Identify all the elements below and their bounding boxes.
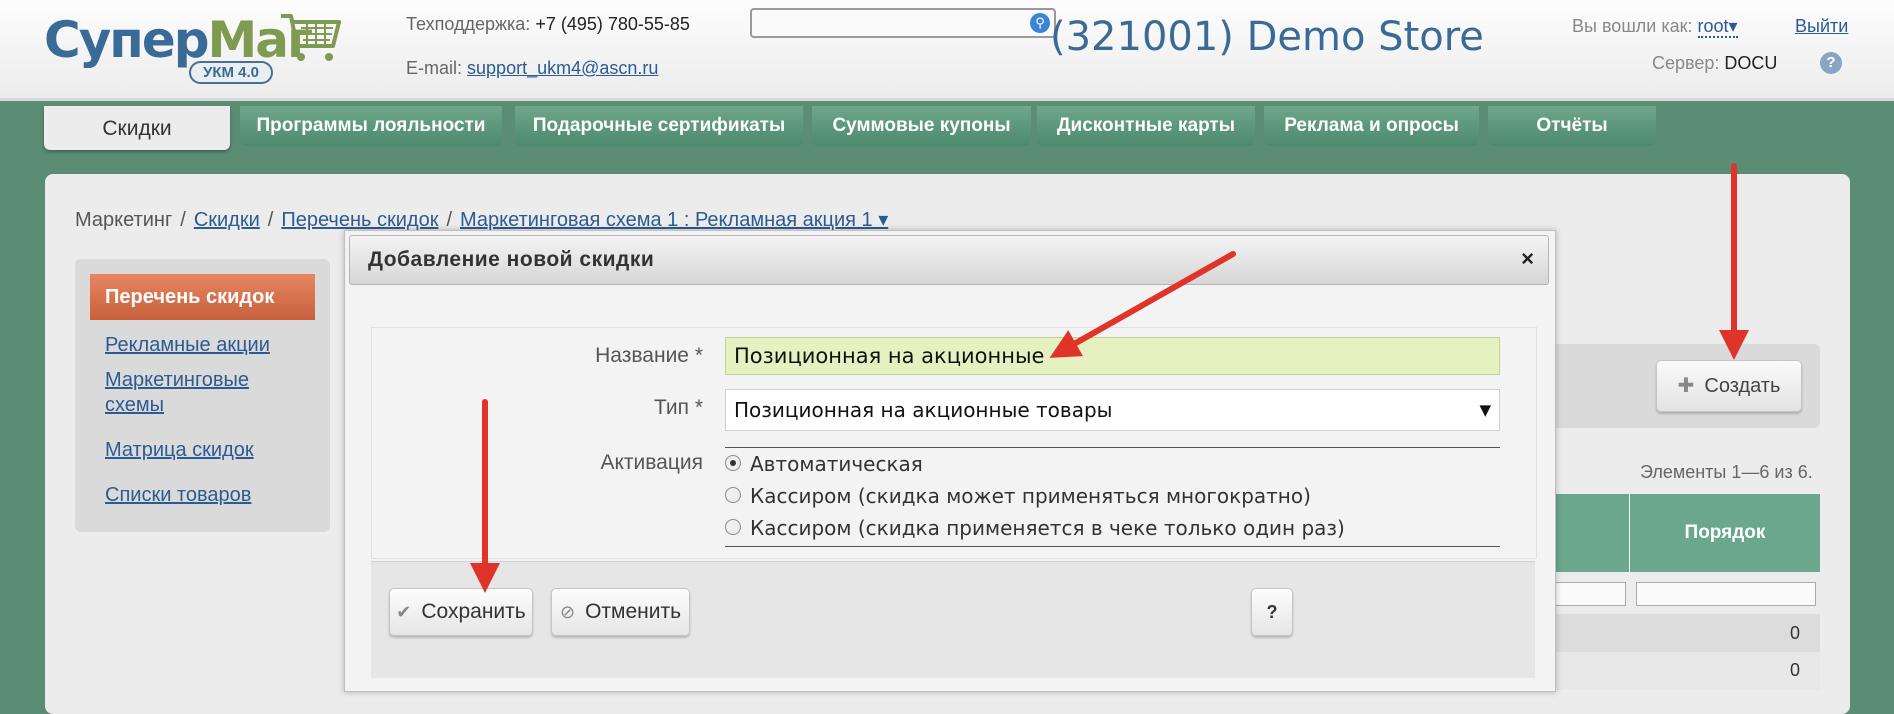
activation-label: Активация	[600, 451, 703, 474]
name-label: Название *	[595, 344, 703, 367]
order-filter-input[interactable]	[1636, 582, 1816, 606]
radio-automatic[interactable]: Автоматическая	[725, 452, 923, 482]
pagination-count: Элементы 1—6 из 6.	[1640, 462, 1813, 482]
cancel-icon: ⊘	[559, 602, 576, 622]
sidebar-item-product-lists[interactable]: Списки товаров	[105, 483, 305, 508]
plus-icon: ✚	[1677, 375, 1695, 397]
help-icon[interactable]: ?	[1820, 52, 1842, 74]
type-label: Тип *	[653, 396, 703, 419]
logged-in-as: Вы вошли как: root▾	[1572, 16, 1738, 38]
breadcrumb: Маркетинг / Скидки / Перечень скидок / Маркети…	[75, 209, 889, 231]
tab-reports[interactable]: Отчёты	[1488, 106, 1656, 146]
breadcrumb-discounts[interactable]: Скидки	[194, 209, 260, 231]
tab-discounts[interactable]: Скидки	[44, 106, 230, 150]
tab-loyalty[interactable]: Программы лояльности	[240, 106, 502, 146]
tab-gift-certificates[interactable]: Подарочные сертификаты	[515, 106, 803, 146]
user-menu[interactable]: root▾	[1697, 16, 1738, 38]
support-email: E-mail: support_ukm4@ascn.ru	[406, 58, 659, 78]
check-icon: ✔	[396, 602, 412, 622]
name-input[interactable]: Позиционная на акционные	[725, 337, 1500, 375]
support-phone: Техподдержка: +7 (495) 780-55-85	[406, 14, 690, 34]
save-button[interactable]: ✔ Сохранить	[389, 588, 533, 636]
order-cell: 0	[1790, 623, 1801, 643]
server-info: Сервер: DOCU	[1652, 53, 1778, 73]
search-icon[interactable]: ⚲	[1030, 13, 1050, 33]
sidebar-item-discount-matrix[interactable]: Матрица скидок	[105, 438, 305, 463]
logo[interactable]: СуперМаг УКМ 4.0	[44, 8, 354, 88]
activation-radio-group: Автоматическая Кассиром (скидка может пр…	[725, 447, 1500, 547]
logo-text: СуперМаг	[44, 11, 313, 69]
radio-icon[interactable]	[725, 518, 741, 535]
close-icon[interactable]: ×	[1521, 246, 1534, 272]
dialog-footer: ✔ Сохранить ⊘ Отменить ?	[371, 561, 1535, 678]
store-title: (321001) Demo Store	[1050, 14, 1484, 60]
cancel-button[interactable]: ⊘ Отменить	[551, 588, 690, 636]
sidebar-item-discount-list[interactable]: Перечень скидок	[90, 274, 315, 320]
sidebar-item-marketing-schemes[interactable]: Маркетинговые схемы	[105, 368, 305, 418]
breadcrumb-scheme[interactable]: Маркетинговая схема 1 : Рекламная акция …	[460, 209, 888, 231]
radio-cashier-multiple[interactable]: Кассиром (скидка может применяться много…	[725, 484, 1311, 514]
dialog-help-button[interactable]: ?	[1251, 588, 1293, 636]
email-link[interactable]: support_ukm4@ascn.ru	[467, 58, 658, 78]
header: СуперМаг УКМ 4.0 Техподдержка: +7 (495) …	[0, 0, 1894, 101]
tab-ads-polls[interactable]: Реклама и опросы	[1264, 106, 1479, 146]
column-header-order[interactable]: Порядок	[1630, 494, 1820, 572]
radio-icon[interactable]	[725, 454, 741, 471]
sidebar: Перечень скидок Рекламные акции Маркетин…	[75, 259, 330, 532]
sidebar-item-ad-campaigns[interactable]: Рекламные акции	[105, 333, 305, 358]
radio-icon[interactable]	[725, 486, 741, 503]
breadcrumb-discount-list[interactable]: Перечень скидок	[281, 209, 438, 231]
type-select[interactable]: Позиционная на акционные товары ▼	[725, 389, 1500, 431]
logout-link[interactable]: Выйти	[1795, 16, 1848, 37]
tab-discount-cards[interactable]: Дисконтные карты	[1037, 106, 1255, 146]
radio-cashier-once[interactable]: Кассиром (скидка применяется в чеке толь…	[725, 516, 1345, 546]
table-row[interactable]	[1540, 652, 1820, 690]
search-input[interactable]: ⚲	[750, 8, 1056, 38]
version-badge: УКМ 4.0	[189, 61, 274, 84]
cart-icon	[281, 14, 341, 61]
breadcrumb-marketing: Маркетинг	[75, 209, 173, 231]
dialog-title: Добавление новой скидки	[368, 248, 655, 271]
create-button[interactable]: ✚ Создать	[1656, 360, 1802, 412]
chevron-down-icon: ▼	[1479, 401, 1491, 419]
tab-sum-coupons[interactable]: Суммовые купоны	[812, 106, 1031, 146]
add-discount-dialog: Добавление новой скидки × Название * Поз…	[344, 230, 1556, 692]
order-cell: 0	[1790, 660, 1801, 680]
dialog-titlebar: Добавление новой скидки ×	[349, 235, 1549, 285]
table-row[interactable]	[1540, 614, 1820, 652]
